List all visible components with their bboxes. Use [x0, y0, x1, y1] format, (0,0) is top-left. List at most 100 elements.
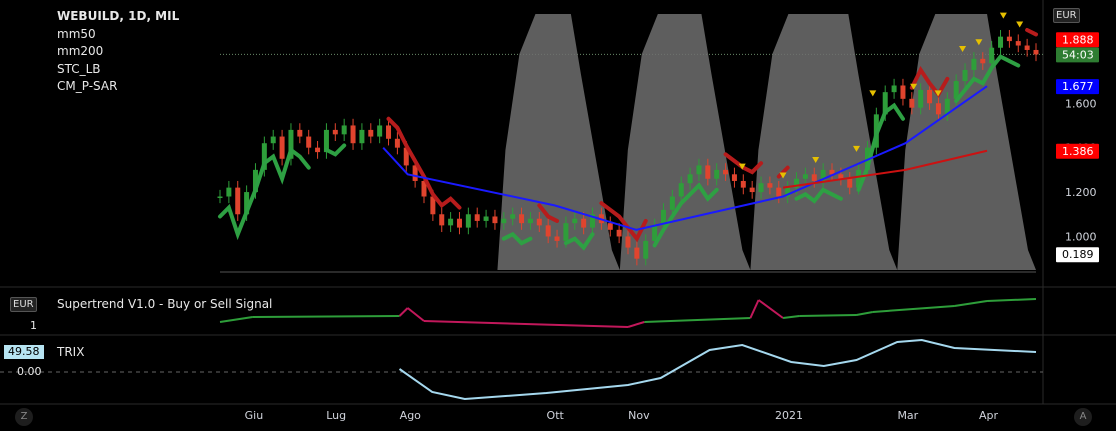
candle-body — [368, 129, 374, 137]
candle-body — [1033, 49, 1039, 55]
candle-body — [474, 214, 480, 221]
supertrend-segment — [219, 316, 253, 323]
candle-body — [740, 180, 746, 188]
candle-body — [705, 165, 711, 179]
legend-mm50[interactable]: mm50 — [57, 26, 179, 44]
currency-badge[interactable]: EUR — [1053, 8, 1080, 23]
candle-body — [235, 187, 241, 215]
time-tick-4: Nov — [628, 409, 650, 422]
price-badge-text-1: 54:03 — [1062, 48, 1094, 61]
trix-label[interactable]: TRIX — [57, 345, 84, 359]
candle-body — [980, 58, 986, 64]
auto-scale-icon[interactable]: A — [1074, 408, 1092, 426]
trix-line — [0, 338, 1043, 401]
candle-body — [306, 136, 312, 148]
candle-body — [696, 165, 702, 175]
trix-tick: 0.00 — [17, 365, 42, 378]
candle-body — [927, 89, 933, 104]
candle-body — [527, 218, 533, 224]
time-tick-3: Ott — [547, 409, 565, 422]
candle-body — [456, 218, 462, 228]
candle-body — [377, 125, 383, 137]
candle-body — [634, 247, 640, 259]
stc-hump-3 — [897, 14, 1036, 270]
price-badge-text-0: 1.888 — [1062, 33, 1094, 46]
chart-legend: WEBUILD, 1D, MIL mm50 mm200 STC_LB CM_P-… — [57, 8, 179, 96]
candle-body — [776, 187, 782, 197]
time-tick-2: Ago — [400, 409, 422, 422]
legend-mm200[interactable]: mm200 — [57, 43, 179, 61]
candle-body — [554, 236, 560, 241]
psar-up-segment — [324, 143, 347, 157]
time-tick-5: 2021 — [775, 409, 803, 422]
candle-body — [492, 216, 498, 224]
candle-body — [510, 214, 516, 219]
supertrend-segment — [627, 321, 645, 328]
supertrend-segment — [954, 300, 988, 307]
candle-body — [749, 187, 755, 193]
candle-body — [962, 69, 968, 82]
candle-body — [465, 214, 471, 228]
candle-body — [217, 196, 223, 199]
candle-body — [572, 218, 578, 224]
candle-body — [439, 214, 445, 226]
candle-body — [918, 89, 924, 108]
candle-body — [545, 225, 551, 237]
candle-body — [607, 223, 613, 230]
candle-body — [731, 174, 737, 181]
price-tick-0: 1.600 — [1065, 97, 1097, 110]
candle-body — [616, 229, 622, 237]
candle-body — [625, 236, 631, 248]
candle-body — [891, 85, 897, 93]
price-badge-text-4: 0.189 — [1062, 248, 1094, 261]
chart-window: 1.6001.4001.2001.0001.88854:031.6771.386… — [0, 0, 1116, 431]
candle-body — [1015, 41, 1021, 46]
candle-body — [297, 129, 303, 137]
candle-body — [847, 178, 853, 188]
candle-body — [315, 147, 321, 153]
timezone-icon[interactable]: Z — [15, 408, 33, 426]
candle-body — [1024, 45, 1030, 50]
signal-marker — [869, 90, 877, 97]
supertrend-segment — [856, 311, 873, 316]
candle-body — [483, 216, 489, 221]
candle-body — [989, 47, 995, 64]
candle-body — [678, 183, 684, 197]
candle-body — [563, 223, 569, 241]
candle-body — [536, 218, 542, 226]
candle-body — [226, 187, 232, 197]
supertrend-segment — [644, 317, 751, 323]
psar-up-segment — [218, 146, 311, 241]
legend-stc[interactable]: STC_LB — [57, 61, 179, 79]
supertrend-segment — [398, 307, 409, 317]
price-tick-3: 1.000 — [1065, 230, 1097, 243]
supertrend-segment — [407, 307, 425, 322]
candle-body — [669, 196, 675, 210]
supertrend-segment — [782, 315, 800, 319]
candle-body — [998, 36, 1004, 48]
supertrend-tick: 1 — [30, 319, 37, 332]
candle-body — [279, 136, 285, 159]
candle-body — [811, 174, 817, 181]
time-tick-6: Mar — [897, 409, 918, 422]
supertrend-line — [219, 298, 1037, 328]
signal-marker — [1016, 21, 1024, 28]
supertrend-currency-badge: EUR — [10, 297, 37, 312]
candle-body — [270, 136, 276, 144]
stc-hump-0 — [497, 14, 620, 270]
price-badge-text-3: 1.386 — [1062, 145, 1094, 158]
candle-body — [758, 183, 764, 193]
candle-body — [350, 125, 356, 144]
time-tick-7: Apr — [979, 409, 999, 422]
legend-psar[interactable]: CM_P-SAR — [57, 78, 179, 96]
candle-body — [501, 218, 507, 224]
price-axis: 1.6001.4001.2001.0001.88854:031.6771.386… — [1056, 32, 1099, 263]
candle-body — [519, 214, 525, 224]
supertrend-segment — [799, 314, 857, 317]
candle-body — [723, 169, 729, 175]
supertrend-segment — [749, 299, 760, 319]
candle-body — [802, 174, 808, 179]
supertrend-label[interactable]: Supertrend V1.0 - Buy or Sell Signal — [57, 297, 272, 311]
price-badge-text-2: 1.677 — [1062, 80, 1094, 93]
candle-body — [448, 218, 454, 226]
